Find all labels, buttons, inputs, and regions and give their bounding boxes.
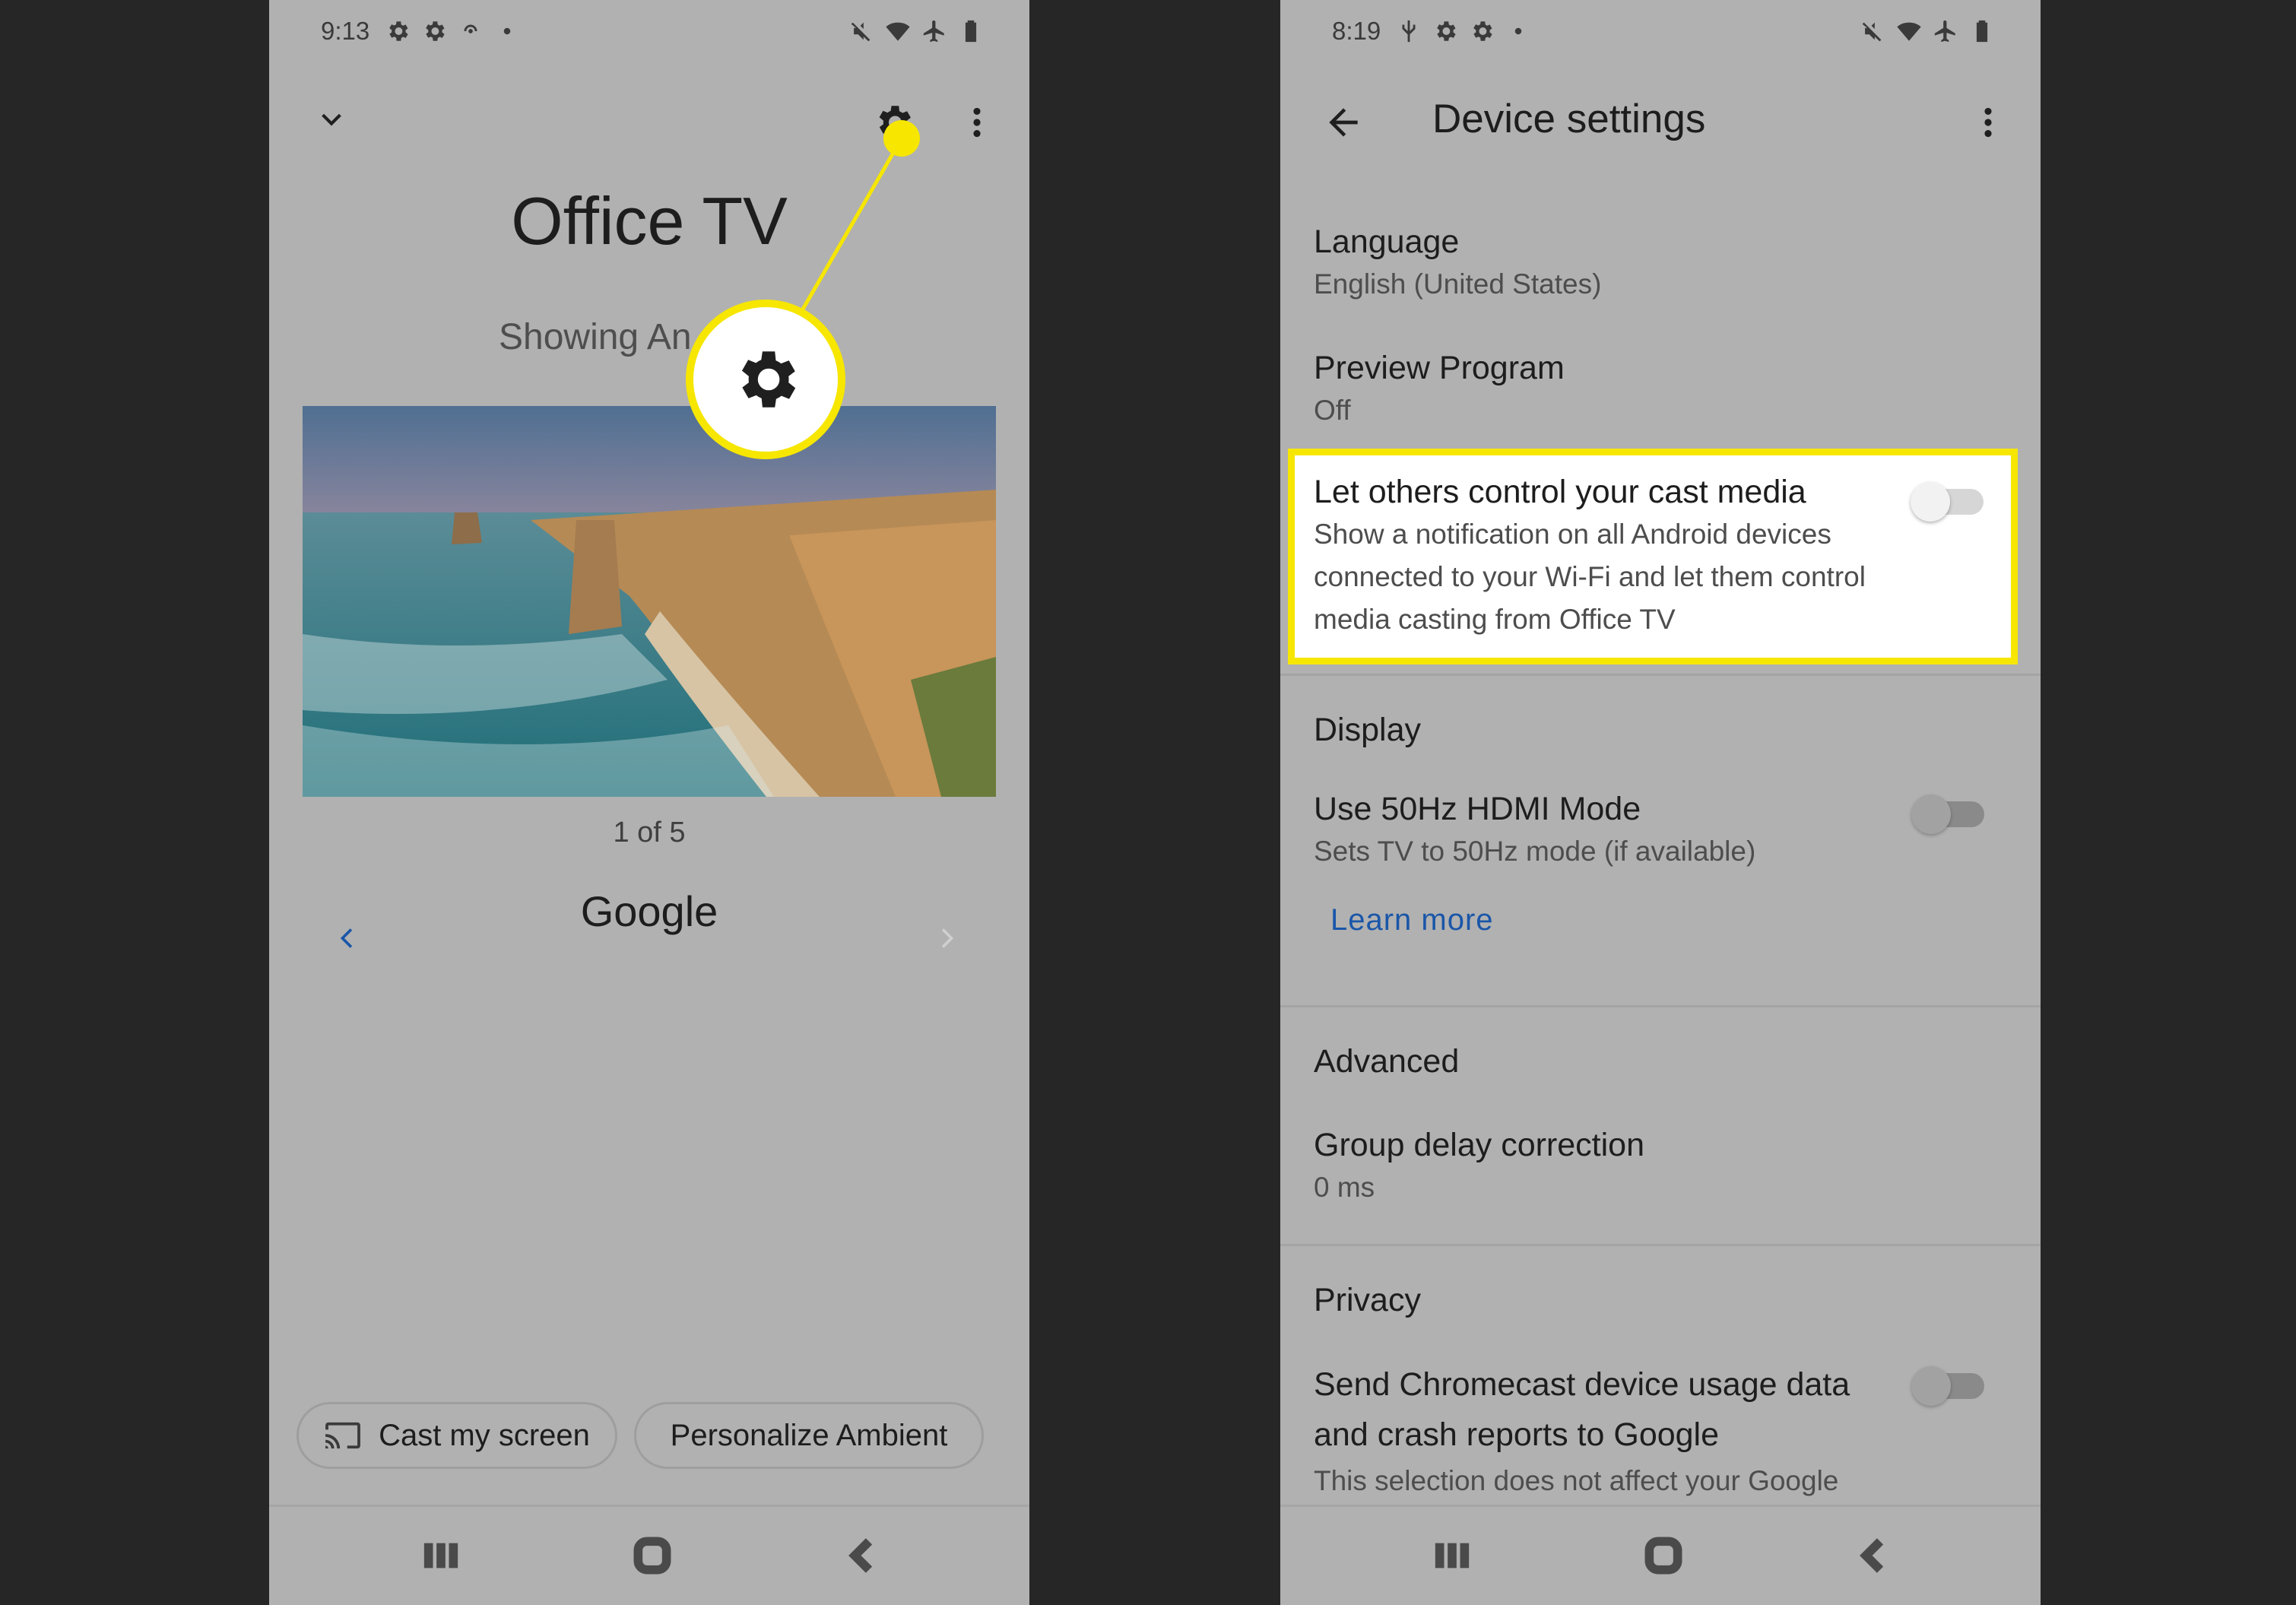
section-privacy: Privacy bbox=[1314, 1282, 1421, 1318]
recents-button[interactable] bbox=[1429, 1533, 1475, 1578]
callout-dot bbox=[883, 120, 920, 157]
back-arrow-icon bbox=[1329, 108, 1358, 137]
personalize-ambient-label: Personalize Ambient bbox=[670, 1418, 948, 1452]
back-button[interactable] bbox=[1852, 1533, 1898, 1578]
settings-status-icon bbox=[1473, 21, 1492, 41]
setting-value: 0 ms bbox=[1314, 1172, 1375, 1203]
cast-control-toggle[interactable] bbox=[1911, 482, 1984, 522]
nav-back-icon bbox=[848, 1538, 873, 1573]
recents-icon bbox=[423, 1543, 458, 1569]
toggle-knob bbox=[1911, 1366, 1951, 1406]
section-display: Display bbox=[1314, 712, 1421, 748]
home-icon bbox=[1644, 1537, 1682, 1575]
setting-title: Let others control your cast media bbox=[1314, 474, 1806, 510]
page-title: Device settings bbox=[1432, 97, 1706, 141]
setting-value: Off bbox=[1314, 395, 1351, 426]
divider bbox=[1280, 674, 2041, 676]
back-button[interactable] bbox=[841, 1533, 886, 1578]
divider bbox=[1280, 1244, 2041, 1246]
chevron-right-icon bbox=[941, 928, 954, 948]
recents-button[interactable] bbox=[418, 1533, 464, 1578]
usage-data-toggle[interactable] bbox=[1911, 1366, 1984, 1406]
hdmi-mode-setting[interactable]: Use 50Hz HDMI Mode Sets TV to 50Hz mode … bbox=[1314, 788, 1919, 873]
right-phone-screen: 8:19 Device settings Language English (U… bbox=[1280, 0, 2041, 1605]
usb-status-icon bbox=[1402, 20, 1416, 43]
learn-more-link[interactable]: Learn more bbox=[1330, 903, 1494, 937]
group-delay-setting[interactable]: Group delay correction 0 ms bbox=[1314, 1124, 2007, 1209]
setting-title: Language bbox=[1314, 224, 1460, 260]
status-bar: 8:19 bbox=[1280, 14, 2041, 52]
setting-value: Sets TV to 50Hz mode (if available) bbox=[1314, 836, 1756, 867]
setting-title: and crash reports to Google bbox=[1314, 1416, 1720, 1453]
setting-title: Preview Program bbox=[1314, 350, 1565, 386]
wifi-icon bbox=[1897, 22, 1921, 41]
setting-description: Show a notification on all Android devic… bbox=[1314, 519, 1831, 550]
toggle-knob bbox=[1911, 795, 1951, 834]
personalize-ambient-button[interactable]: Personalize Ambient bbox=[634, 1402, 984, 1469]
cast-screen-label: Cast my screen bbox=[379, 1418, 590, 1452]
section-advanced: Advanced bbox=[1314, 1043, 1460, 1080]
gear-icon bbox=[741, 351, 796, 408]
more-options-button[interactable] bbox=[1969, 97, 2007, 147]
cast-control-setting[interactable]: Let others control your cast media Show … bbox=[1314, 471, 1920, 641]
system-nav-bar bbox=[1280, 1505, 2041, 1605]
dot-status-icon bbox=[1514, 27, 1522, 35]
nav-back-icon bbox=[1860, 1538, 1884, 1573]
back-button[interactable] bbox=[1317, 97, 1370, 147]
cast-screen-button[interactable]: Cast my screen bbox=[297, 1402, 617, 1469]
cast-icon bbox=[325, 1422, 360, 1449]
cast-control-highlight: Let others control your cast media Show … bbox=[1288, 449, 2018, 665]
status-time: 8:19 bbox=[1332, 17, 1381, 45]
usage-data-setting[interactable]: Send Chromecast device usage data and cr… bbox=[1314, 1359, 1919, 1502]
next-photo-button[interactable] bbox=[928, 915, 966, 961]
setting-description: media casting from Office TV bbox=[1314, 604, 1676, 635]
toggle-knob bbox=[1911, 482, 1950, 522]
slide-counter: 1 of 5 bbox=[613, 817, 686, 848]
callout-line bbox=[799, 137, 904, 313]
settings-status-icon bbox=[1437, 21, 1456, 41]
battery-icon bbox=[1976, 20, 1988, 43]
hdmi-mode-toggle[interactable] bbox=[1911, 795, 1984, 834]
mute-icon bbox=[1862, 22, 1882, 42]
airplane-icon bbox=[1934, 20, 1955, 43]
setting-description: This selection does not affect your Goog… bbox=[1314, 1465, 1839, 1496]
preview-program-setting[interactable]: Preview Program Off bbox=[1314, 347, 2007, 432]
more-vert-icon bbox=[1984, 107, 1992, 138]
setting-title: Group delay correction bbox=[1314, 1127, 1644, 1163]
left-phone-screen: 9:13 Office TV Showing An 1 of 5 Google … bbox=[269, 0, 1029, 1605]
setting-value: English (United States) bbox=[1314, 268, 1602, 300]
divider bbox=[1280, 1005, 2041, 1007]
language-setting[interactable]: Language English (United States) bbox=[1314, 220, 2007, 306]
home-button[interactable] bbox=[629, 1533, 675, 1578]
recents-icon bbox=[1435, 1543, 1470, 1569]
photo-source: Google bbox=[580, 887, 718, 935]
home-button[interactable] bbox=[1641, 1533, 1686, 1578]
gear-callout bbox=[686, 300, 845, 459]
setting-title: Use 50Hz HDMI Mode bbox=[1314, 791, 1641, 827]
home-icon bbox=[633, 1537, 671, 1575]
setting-title: Send Chromecast device usage data bbox=[1314, 1366, 1850, 1403]
setting-description: connected to your Wi-Fi and let them con… bbox=[1314, 561, 1866, 592]
system-nav-bar bbox=[269, 1505, 1029, 1605]
